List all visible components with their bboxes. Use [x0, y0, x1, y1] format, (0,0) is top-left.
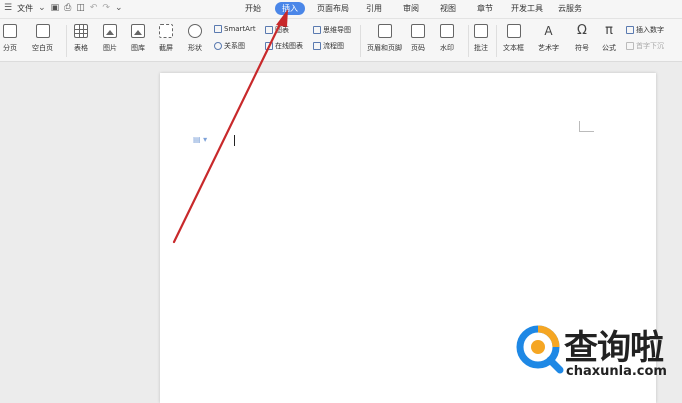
site-watermark: 查询啦 chaxunla.com	[508, 318, 680, 400]
watermark-url: chaxunla.com	[566, 364, 667, 379]
watermark-title: 查询啦	[564, 328, 664, 368]
magnifier-logo-icon	[516, 325, 564, 374]
